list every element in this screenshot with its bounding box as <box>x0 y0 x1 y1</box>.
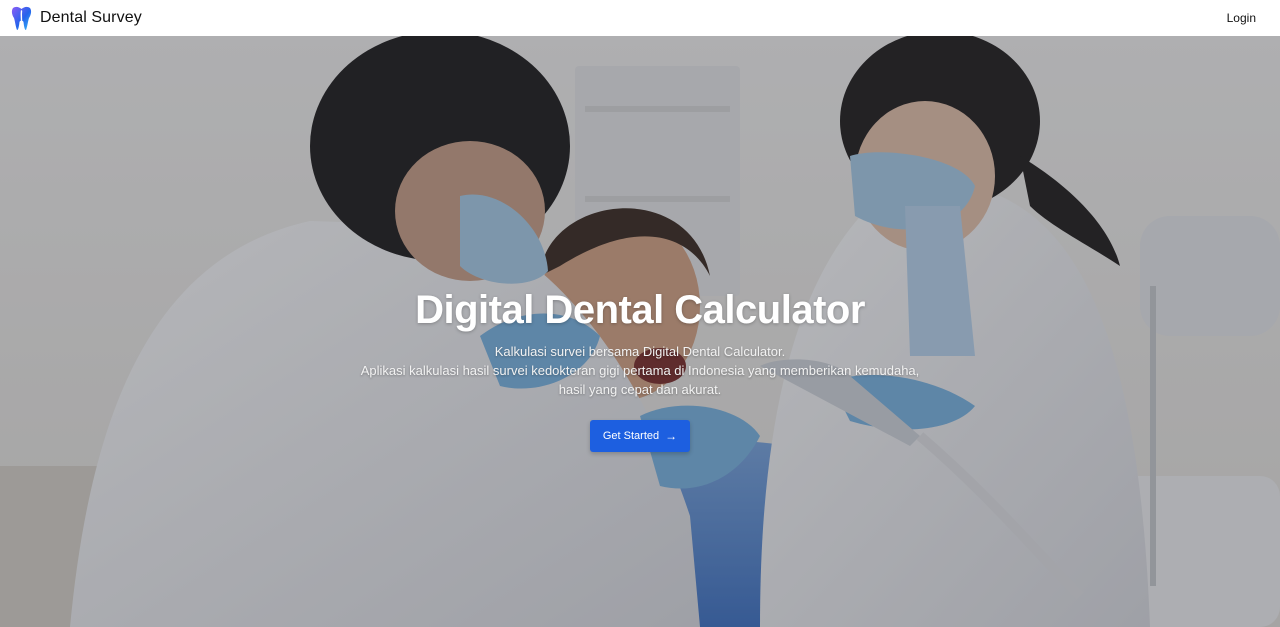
get-started-button[interactable]: Get Started → <box>589 420 691 452</box>
hero-subtitle-line-1: Kalkulasi survei bersama Digital Dental … <box>494 344 786 359</box>
arrow-right-icon: → <box>665 429 678 443</box>
hero-section: Digital Dental Calculator Kalkulasi surv… <box>0 36 1280 627</box>
hero-content: Digital Dental Calculator Kalkulasi surv… <box>0 282 1280 452</box>
hero-subtitle-line-3: hasil yang cepat dan akurat. <box>558 382 722 397</box>
brand-link[interactable]: Dental Survey <box>11 6 142 31</box>
hero-title: Digital Dental Calculator <box>415 288 865 332</box>
brand-name: Dental Survey <box>40 9 142 26</box>
get-started-label: Get Started <box>602 430 660 442</box>
hero-subtitle-line-2: Aplikasi kalkulasi hasil survei kedokter… <box>360 363 920 378</box>
top-navbar: Dental Survey Login <box>0 0 1280 36</box>
login-link[interactable]: Login <box>1227 11 1256 25</box>
tooth-icon <box>11 6 32 30</box>
